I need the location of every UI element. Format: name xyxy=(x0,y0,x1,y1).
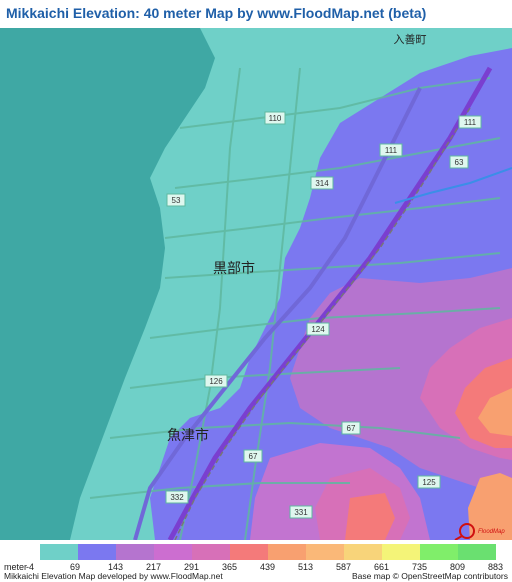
route-label: 63 xyxy=(455,158,464,167)
route-label: 67 xyxy=(249,452,258,461)
route-label: 125 xyxy=(422,478,436,487)
legend-swatch xyxy=(382,544,420,560)
route-label: 332 xyxy=(170,493,184,502)
route-label: 111 xyxy=(385,146,398,155)
elevation-map[interactable]: 110 111 111 63 314 53 124 126 67 67 332 … xyxy=(0,28,512,540)
legend-swatch xyxy=(420,544,458,560)
route-label: 110 xyxy=(269,114,282,123)
legend-swatch xyxy=(78,544,116,560)
page: Mikkaichi Elevation: 40 meter Map by www… xyxy=(0,0,512,582)
elevation-band-red-south xyxy=(345,493,395,540)
route-label: 111 xyxy=(464,118,477,127)
route-label: 314 xyxy=(315,179,329,188)
legend-swatch xyxy=(306,544,344,560)
legend-swatch xyxy=(40,544,78,560)
route-label: 331 xyxy=(294,508,308,517)
legend-swatch xyxy=(230,544,268,560)
page-title: Mikkaichi Elevation: 40 meter Map by www… xyxy=(6,5,427,21)
legend-swatch xyxy=(192,544,230,560)
footer: Mikkaichi Elevation Map developed by www… xyxy=(0,571,512,582)
place-label-nyuzen: 入善町 xyxy=(394,32,427,46)
legend-swatch xyxy=(154,544,192,560)
title-bar: Mikkaichi Elevation: 40 meter Map by www… xyxy=(0,0,512,28)
legend-swatch xyxy=(344,544,382,560)
legend-swatch xyxy=(268,544,306,560)
place-label-uozu: 魚津市 xyxy=(167,427,209,443)
footer-attribution: Base map © OpenStreetMap contributors xyxy=(351,571,508,581)
route-label: 53 xyxy=(172,196,181,205)
route-label: 126 xyxy=(209,377,223,386)
legend-swatch xyxy=(116,544,154,560)
footer-credit: Mikkaichi Elevation Map developed by www… xyxy=(4,571,223,581)
route-label: 67 xyxy=(347,424,356,433)
route-label: 124 xyxy=(311,325,325,334)
marker-label: FloodMap xyxy=(478,529,505,535)
place-label-kurobe: 黒部市 xyxy=(213,260,255,276)
legend-swatch xyxy=(458,544,496,560)
